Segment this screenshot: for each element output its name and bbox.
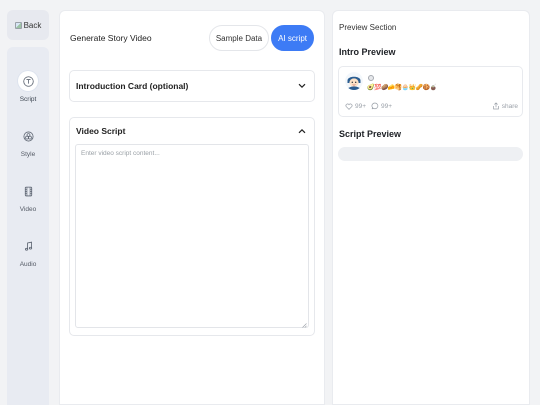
script-preview-heading: Script Preview (339, 129, 402, 139)
share-label: share (501, 102, 518, 110)
video-script-section: Video Script (69, 117, 315, 336)
intro-card-section: Introduction Card (optional) (69, 70, 315, 102)
sidebar-item-label: Style (20, 151, 36, 158)
editor-panel: Generate Story Video Sample Data AI scri… (59, 10, 325, 405)
sidebar-item-label: Script (19, 96, 37, 103)
intro-card-title: Introduction Card (optional) (76, 81, 189, 91)
editor-title: Generate Story Video (70, 33, 152, 43)
comments-stat[interactable]: 99+ (371, 102, 392, 110)
verified-badge-icon (368, 75, 374, 81)
back-button-label: Back (23, 20, 42, 30)
resize-grip-icon[interactable] (301, 322, 307, 328)
palette-icon (18, 126, 38, 146)
share-button[interactable]: share (492, 102, 518, 110)
intro-preview-heading: Intro Preview (339, 47, 396, 57)
sample-data-button[interactable]: Sample Data (208, 25, 270, 51)
sidebar-item-audio[interactable]: Audio (7, 230, 49, 280)
intro-preview-card: 🥑💯🥔🧀🥞🧁👑🥜🍪🧉 99+ 99+ share (338, 66, 523, 117)
comment-icon (371, 102, 379, 110)
back-button[interactable]: Back (7, 10, 49, 40)
likes-stat[interactable]: 99+ (345, 103, 366, 110)
engagement-stats: 99+ 99+ share (345, 101, 518, 111)
sidebar-item-label: Audio (19, 261, 37, 268)
ai-script-button[interactable]: AI script (271, 25, 314, 51)
script-preview-placeholder (338, 147, 523, 161)
avatar (345, 72, 363, 90)
heart-icon (345, 103, 353, 110)
comments-count: 99+ (381, 102, 393, 110)
chevron-up-icon (297, 126, 307, 136)
chevron-down-icon (297, 81, 307, 91)
likes-count: 99+ (355, 102, 367, 110)
video-script-input[interactable] (75, 144, 309, 328)
video-script-title: Video Script (76, 126, 126, 136)
sidebar-item-script[interactable]: Script (7, 65, 49, 115)
script-source-toggle: Sample Data AI script (208, 25, 314, 51)
text-t-icon (18, 71, 38, 91)
music-note-icon (18, 236, 38, 256)
side-nav: Script Style Video Audio (7, 47, 49, 405)
broken-image-icon (14, 21, 22, 29)
sidebar-item-style[interactable]: Style (7, 120, 49, 170)
sidebar-item-label: Video (19, 206, 37, 213)
video-script-header[interactable]: Video Script (70, 118, 314, 144)
film-icon (18, 181, 38, 201)
preview-panel: Preview Section Intro Preview 🥑💯🥔🧀🥞🧁👑🥜🍪🧉… (332, 10, 530, 405)
preview-section-label: Preview Section (339, 23, 397, 32)
intro-emoji-text: 🥑💯🥔🧀🥞🧁👑🥜🍪🧉 (367, 84, 437, 91)
sidebar-item-video[interactable]: Video (7, 175, 49, 225)
intro-card-header[interactable]: Introduction Card (optional) (70, 71, 314, 101)
share-icon (492, 102, 499, 110)
